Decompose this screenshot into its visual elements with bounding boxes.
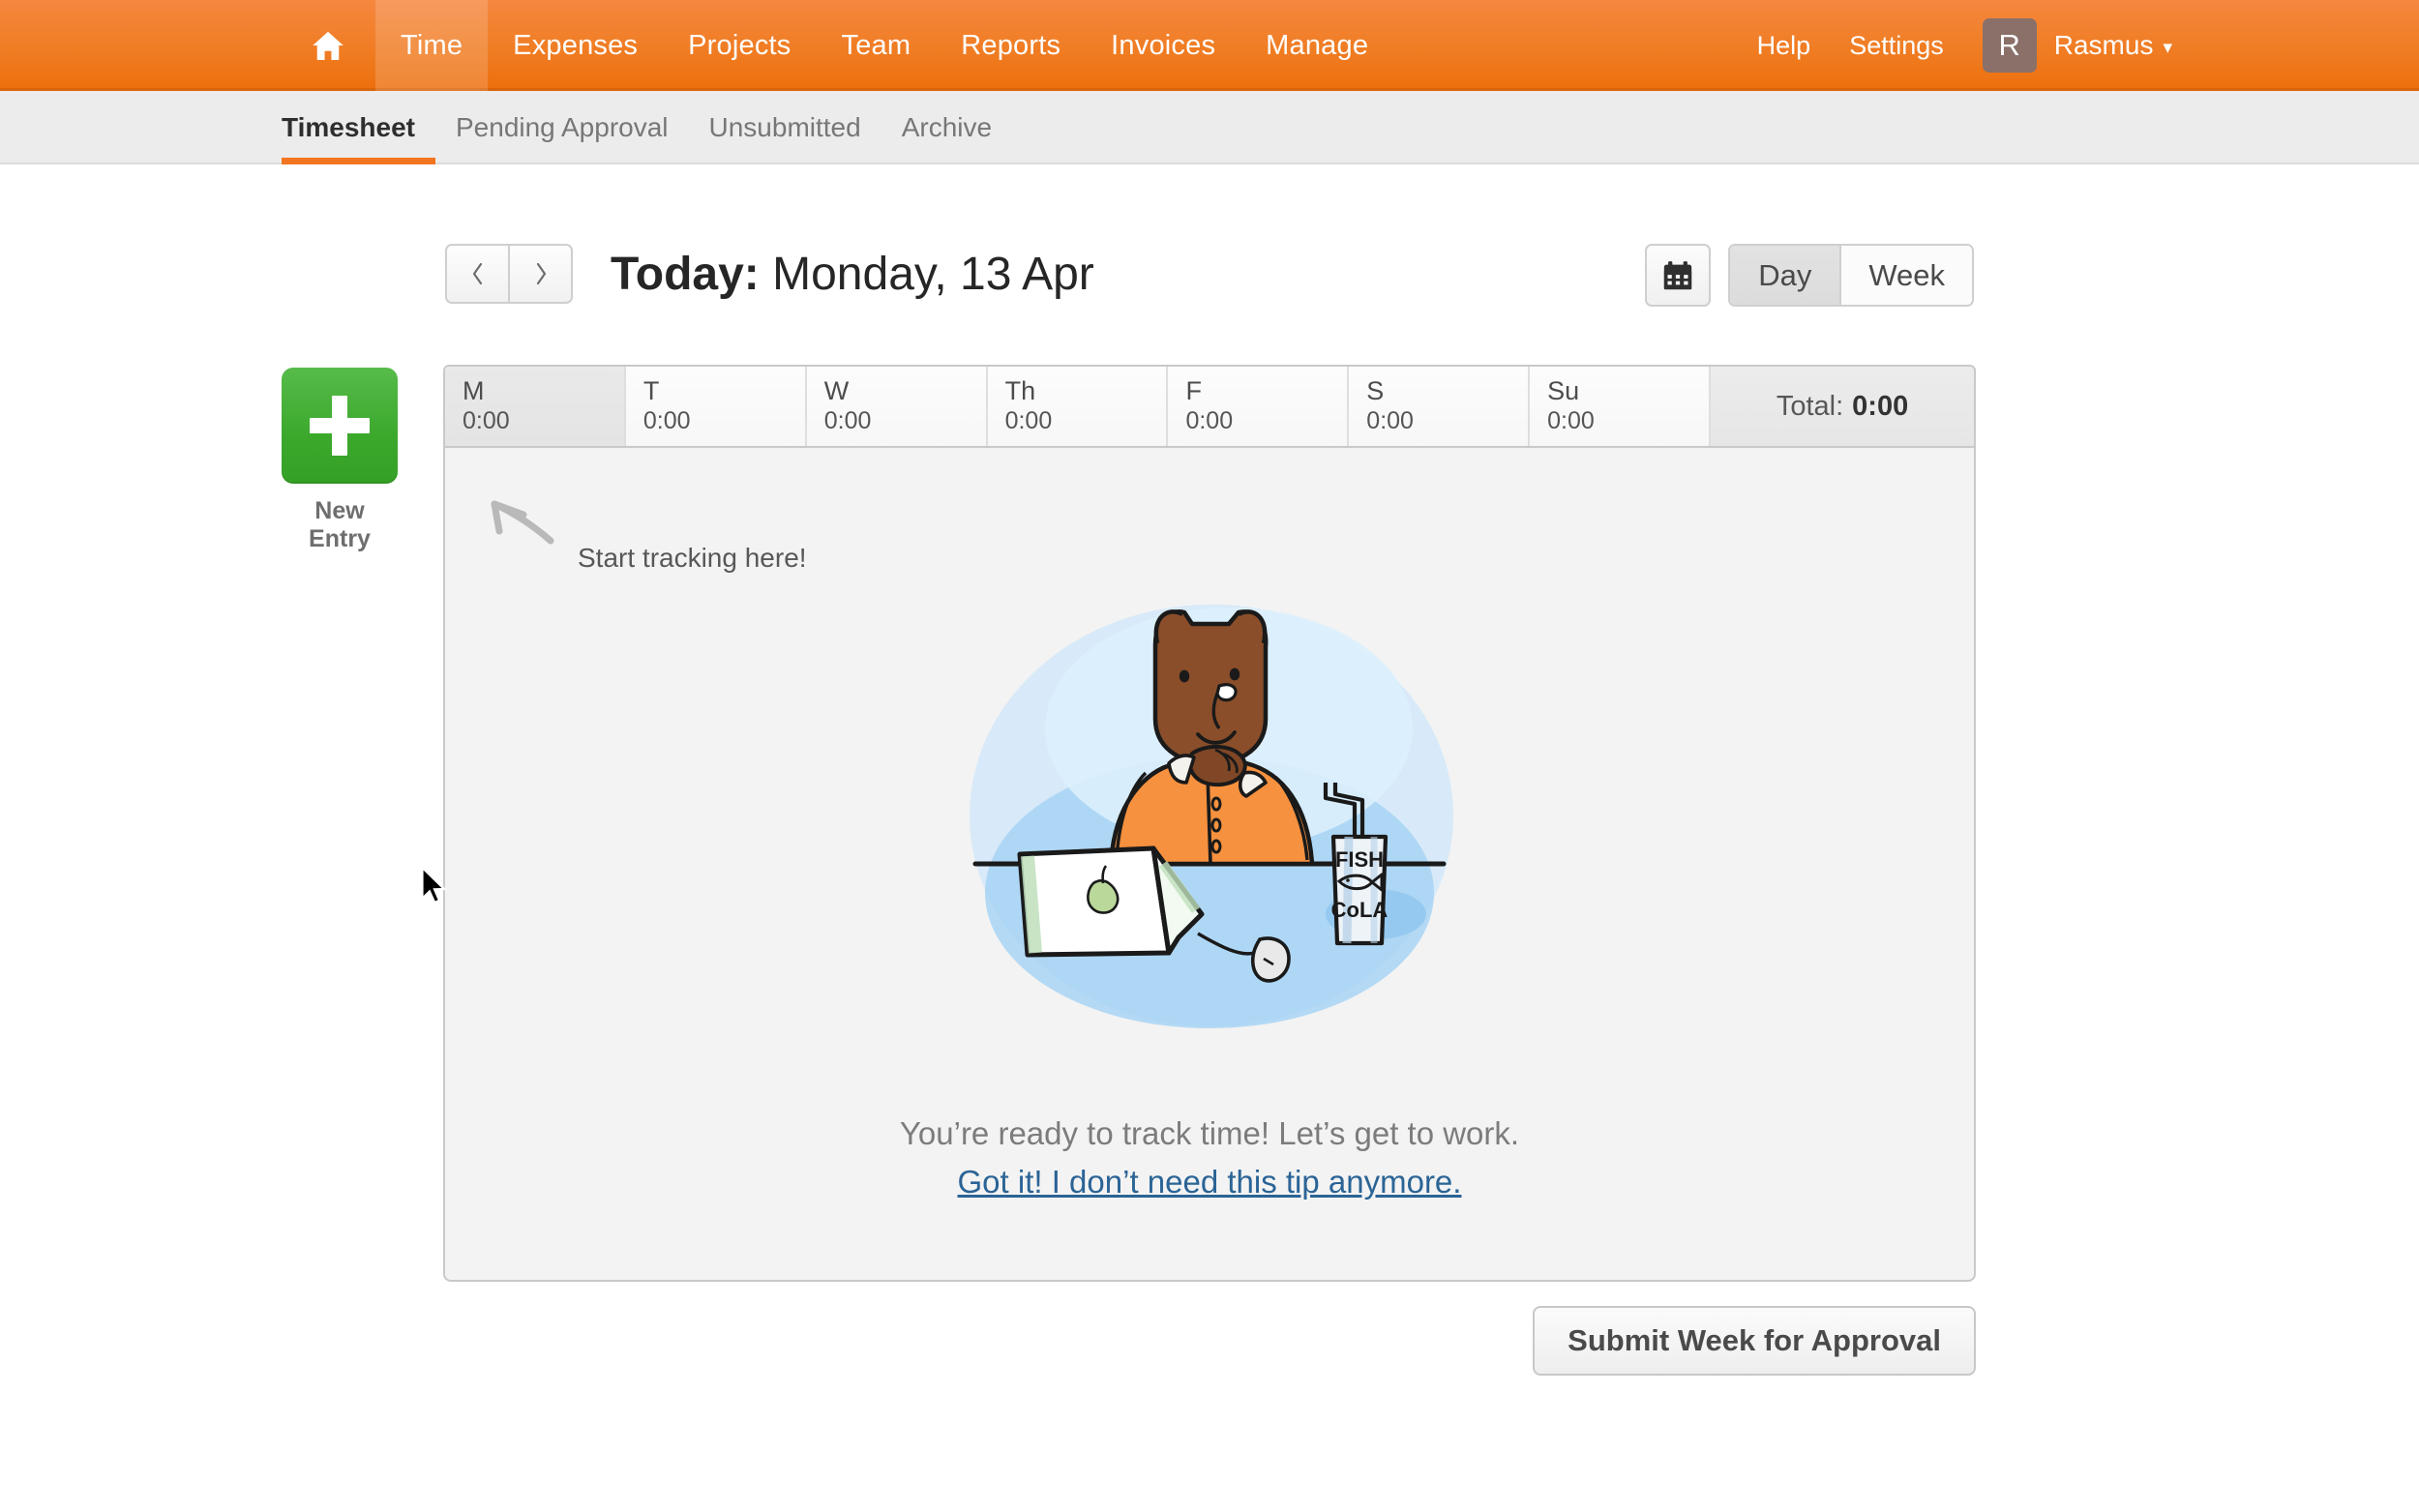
start-tracking-tip: Start tracking here! — [578, 543, 807, 573]
chevron-left-icon — [472, 262, 482, 285]
day-label: F — [1185, 376, 1202, 405]
today-label: Today: — [611, 248, 760, 300]
page-body: Today: Monday, 13 Apr Day Week New Entry… — [0, 164, 2419, 1512]
can-label-line2: CoLA — [1331, 898, 1389, 922]
nav-item-label: Projects — [688, 29, 791, 61]
day-column-saturday[interactable]: S 0:00 — [1349, 367, 1531, 446]
toggle-label: Week — [1868, 257, 1945, 292]
day-column-monday[interactable]: M 0:00 — [445, 367, 626, 446]
nav-item-home[interactable] — [281, 0, 375, 91]
day-label: M — [463, 376, 485, 405]
date-navigation: Today: Monday, 13 Apr — [445, 244, 1094, 304]
nav-item-reports[interactable]: Reports — [936, 0, 1086, 91]
day-hours: 0:00 — [1366, 406, 1414, 434]
timesheet-empty-panel: Start tracking here! FISH CoLA You’re re… — [443, 448, 1976, 1282]
date-stepper — [445, 244, 573, 304]
day-hours: 0:00 — [823, 406, 872, 434]
tab-pending-approval[interactable]: Pending Approval — [435, 91, 689, 164]
submit-week-area: Submit Week for Approval — [1533, 1306, 1976, 1376]
dismiss-tip-label: Got it! I don’t need this tip anymore. — [957, 1164, 1462, 1200]
tab-archive[interactable]: Archive — [881, 91, 1012, 164]
timesheet: M 0:00 T 0:00 W 0:00 Th 0:00 F 0:00 S 0:… — [443, 365, 1976, 1282]
view-toggle-day[interactable]: Day — [1730, 246, 1840, 305]
day-hours: 0:00 — [1004, 406, 1053, 434]
day-column-wednesday[interactable]: W 0:00 — [806, 367, 988, 446]
day-label: Th — [1004, 376, 1036, 405]
new-entry-button[interactable] — [282, 368, 398, 484]
top-navigation-bar: Time Expenses Projects Team Reports Invo… — [0, 0, 2419, 91]
avatar[interactable]: R — [1982, 18, 2037, 73]
home-icon — [310, 28, 346, 63]
nav-item-projects[interactable]: Projects — [663, 0, 816, 91]
toggle-label: Day — [1758, 257, 1812, 292]
submit-week-button[interactable]: Submit Week for Approval — [1533, 1306, 1976, 1376]
day-hours: 0:00 — [1547, 406, 1595, 434]
nav-item-label: Team — [841, 29, 911, 61]
day-label: T — [642, 376, 660, 405]
day-column-tuesday[interactable]: T 0:00 — [625, 367, 807, 446]
chevron-down-icon: ▾ — [2163, 37, 2172, 58]
tab-label: Pending Approval — [456, 112, 669, 142]
total-label: Total: — [1776, 390, 1844, 422]
plus-icon — [310, 396, 370, 456]
nav-item-label: Invoices — [1111, 29, 1216, 61]
calendar-icon — [1664, 260, 1692, 289]
tab-label: Unsubmitted — [708, 112, 861, 142]
account-nav: Help Settings R Rasmus ▾ — [1738, 0, 2172, 91]
nav-item-time[interactable]: Time — [375, 0, 489, 91]
total-value: 0:00 — [1852, 390, 1909, 422]
day-hours: 0:00 — [642, 406, 691, 434]
next-day-button[interactable] — [509, 244, 573, 304]
tab-label: Timesheet — [282, 112, 415, 142]
nav-item-team[interactable]: Team — [817, 0, 937, 91]
empty-state-message: You’re ready to track time! Let’s get to… — [899, 1115, 1520, 1151]
current-date-label: Monday, 13 Apr — [772, 248, 1094, 300]
week-header-row: M 0:00 T 0:00 W 0:00 Th 0:00 F 0:00 S 0:… — [443, 365, 1976, 448]
nav-item-label: Reports — [961, 29, 1061, 61]
user-menu[interactable]: Rasmus ▾ — [2054, 30, 2172, 61]
help-link[interactable]: Help — [1738, 31, 1831, 61]
user-menu-label: Rasmus — [2053, 30, 2154, 60]
sub-navigation-bar: Timesheet Pending Approval Unsubmitted A… — [0, 91, 2419, 164]
day-label: W — [823, 376, 850, 405]
chevron-right-icon — [536, 262, 546, 285]
day-column-sunday[interactable]: Su 0:00 — [1530, 367, 1712, 446]
page-title: Today: Monday, 13 Apr — [611, 248, 1094, 301]
day-column-thursday[interactable]: Th 0:00 — [987, 367, 1169, 446]
day-column-friday[interactable]: F 0:00 — [1168, 367, 1350, 446]
nav-item-label: Time — [401, 29, 463, 61]
nav-item-manage[interactable]: Manage — [1240, 0, 1393, 91]
primary-nav: Time Expenses Projects Team Reports Invo… — [281, 0, 1393, 91]
view-controls: Day Week — [1645, 244, 1974, 307]
tab-label: Archive — [901, 112, 993, 142]
nav-item-expenses[interactable]: Expenses — [488, 0, 663, 91]
can-label-line1: FISH — [1335, 847, 1384, 872]
day-label: Su — [1547, 376, 1580, 405]
calendar-picker-button[interactable] — [1645, 244, 1712, 307]
bear-at-laptop-illustration: FISH CoLA — [939, 574, 1480, 1043]
new-entry-control: New Entry — [282, 368, 398, 553]
new-entry-label: New Entry — [309, 497, 371, 552]
nav-item-invoices[interactable]: Invoices — [1086, 0, 1240, 91]
settings-link[interactable]: Settings — [1830, 31, 1963, 61]
day-hours: 0:00 — [463, 406, 510, 434]
curved-arrow-up-left-icon — [489, 496, 556, 557]
day-hours: 0:00 — [1185, 406, 1234, 434]
nav-item-label: Manage — [1266, 29, 1369, 61]
nav-item-label: Expenses — [513, 29, 639, 61]
tab-unsubmitted[interactable]: Unsubmitted — [689, 91, 881, 164]
day-label: S — [1366, 376, 1385, 405]
day-week-toggle: Day Week — [1728, 244, 1974, 307]
previous-day-button[interactable] — [445, 244, 509, 304]
view-toggle-week[interactable]: Week — [1839, 246, 1972, 305]
week-total-cell: Total: 0:00 — [1711, 367, 1974, 446]
tab-timesheet[interactable]: Timesheet — [282, 91, 435, 164]
submit-week-label: Submit Week for Approval — [1568, 1323, 1941, 1357]
dismiss-tip-link[interactable]: Got it! I don’t need this tip anymore. — [445, 1164, 1974, 1201]
